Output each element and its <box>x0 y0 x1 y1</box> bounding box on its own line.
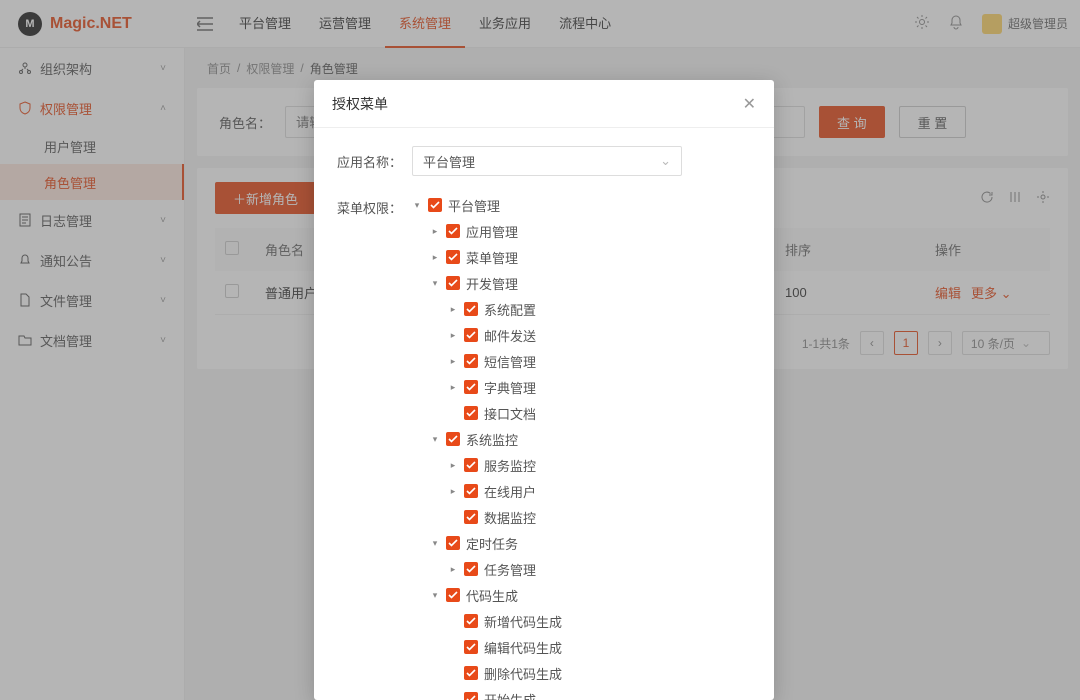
tree-label: 定时任务 <box>466 534 518 553</box>
tree-node[interactable]: ▾ 开发管理 <box>412 270 754 296</box>
tree-label: 数据监控 <box>484 508 536 527</box>
checkbox-checked-icon[interactable] <box>464 302 478 316</box>
checkbox-checked-icon[interactable] <box>446 276 460 290</box>
tree-label: 菜单管理 <box>466 248 518 267</box>
checkbox-checked-icon[interactable] <box>464 614 478 628</box>
caret-down-icon[interactable]: ▾ <box>430 538 440 549</box>
tree-label: 系统配置 <box>484 300 536 319</box>
checkbox-checked-icon[interactable] <box>464 666 478 680</box>
checkbox-checked-icon[interactable] <box>446 224 460 238</box>
caret-right-icon[interactable]: ▸ <box>448 382 458 393</box>
caret-right-icon[interactable]: ▸ <box>448 330 458 341</box>
tree-label: 接口文档 <box>484 404 536 423</box>
checkbox-checked-icon[interactable] <box>446 588 460 602</box>
tree-label: 开发管理 <box>466 274 518 293</box>
caret-right-icon[interactable]: ▸ <box>430 226 440 237</box>
checkbox-checked-icon[interactable] <box>446 432 460 446</box>
tree-node[interactable]: ▸ 短信管理 <box>412 348 754 374</box>
tree-label: 平台管理 <box>448 196 500 215</box>
tree-label: 系统监控 <box>466 430 518 449</box>
app-select[interactable]: 平台管理 <box>412 146 682 176</box>
checkbox-checked-icon[interactable] <box>464 328 478 342</box>
modal-header: 授权菜单 ✕ <box>314 80 774 128</box>
caret-right-icon[interactable]: ▸ <box>448 564 458 575</box>
tree-node[interactable]: ·编辑代码生成 <box>412 634 754 660</box>
tree-node[interactable]: ▾ 定时任务 <box>412 530 754 556</box>
tree-node[interactable]: ▾ 代码生成 <box>412 582 754 608</box>
tree-label: 邮件发送 <box>484 326 536 345</box>
close-icon[interactable]: ✕ <box>743 94 756 114</box>
tree-node[interactable]: ▸ 系统配置 <box>412 296 754 322</box>
caret-down-icon[interactable]: ▾ <box>430 278 440 289</box>
caret-right-icon[interactable]: ▸ <box>448 486 458 497</box>
perm-label: 菜单权限： <box>334 192 412 217</box>
tree-label: 字典管理 <box>484 378 536 397</box>
checkbox-checked-icon[interactable] <box>446 250 460 264</box>
tree-node[interactable]: ▸ 应用管理 <box>412 218 754 244</box>
caret-down-icon[interactable]: ▾ <box>430 590 440 601</box>
auth-menu-modal: 授权菜单 ✕ 应用名称： 平台管理 菜单权限： ▾平台管理▸应用管理▸菜单管理▾… <box>314 80 774 700</box>
checkbox-checked-icon[interactable] <box>464 354 478 368</box>
tree-node[interactable]: ▾ 平台管理 <box>412 192 754 218</box>
tree-node[interactable]: ▸ 邮件发送 <box>412 322 754 348</box>
tree-label: 编辑代码生成 <box>484 638 562 657</box>
tree-label: 代码生成 <box>466 586 518 605</box>
checkbox-checked-icon[interactable] <box>464 406 478 420</box>
checkbox-checked-icon[interactable] <box>464 510 478 524</box>
modal-title: 授权菜单 <box>332 94 388 114</box>
permission-tree: ▾ 平台管理 ▸ 应用管理 ▸ 菜单管理 ▾ 开发管理 ▸ 系统配置 ▸ 邮件发送 ▸ 短信管理 ▸ 字典管理… <box>412 192 754 700</box>
modal-body: 应用名称： 平台管理 菜单权限： ▾ 平台管理 ▸ 应用管理 ▸ 菜单管理 ▾ 开发管理 ▸ 系统… <box>314 128 774 700</box>
tree-label: 删除代码生成 <box>484 664 562 683</box>
caret-right-icon[interactable]: ▸ <box>448 356 458 367</box>
tree-label: 服务监控 <box>484 456 536 475</box>
tree-node[interactable]: ▸ 菜单管理 <box>412 244 754 270</box>
checkbox-checked-icon[interactable] <box>446 536 460 550</box>
checkbox-checked-icon[interactable] <box>428 198 442 212</box>
tree-node[interactable]: ·删除代码生成 <box>412 660 754 686</box>
tree-node[interactable]: ▸ 字典管理 <box>412 374 754 400</box>
checkbox-checked-icon[interactable] <box>464 484 478 498</box>
tree-label: 在线用户 <box>484 482 536 501</box>
checkbox-checked-icon[interactable] <box>464 380 478 394</box>
perm-row: 菜单权限： ▾ 平台管理 ▸ 应用管理 ▸ 菜单管理 ▾ 开发管理 ▸ 系统配置 ▸ 邮件发送 ▸ 短信管… <box>334 192 754 700</box>
tree-label: 新增代码生成 <box>484 612 562 631</box>
tree-node[interactable]: ·数据监控 <box>412 504 754 530</box>
tree-label: 短信管理 <box>484 352 536 371</box>
tree-label: 任务管理 <box>484 560 536 579</box>
checkbox-checked-icon[interactable] <box>464 640 478 654</box>
caret-down-icon[interactable]: ▾ <box>430 434 440 445</box>
caret-down-icon[interactable]: ▾ <box>412 200 422 211</box>
tree-node[interactable]: ·新增代码生成 <box>412 608 754 634</box>
caret-right-icon[interactable]: ▸ <box>430 252 440 263</box>
checkbox-checked-icon[interactable] <box>464 458 478 472</box>
tree-label: 开始生成 <box>484 690 536 700</box>
caret-right-icon[interactable]: ▸ <box>448 460 458 471</box>
tree-label: 应用管理 <box>466 222 518 241</box>
tree-node[interactable]: ·开始生成 <box>412 686 754 700</box>
tree-node[interactable]: ▸ 任务管理 <box>412 556 754 582</box>
app-label: 应用名称： <box>334 146 412 171</box>
app-row: 应用名称： 平台管理 <box>334 146 754 176</box>
tree-node[interactable]: ▸ 服务监控 <box>412 452 754 478</box>
checkbox-checked-icon[interactable] <box>464 692 478 700</box>
tree-node[interactable]: ▸ 在线用户 <box>412 478 754 504</box>
tree-node[interactable]: ·接口文档 <box>412 400 754 426</box>
tree-node[interactable]: ▾ 系统监控 <box>412 426 754 452</box>
caret-right-icon[interactable]: ▸ <box>448 304 458 315</box>
checkbox-checked-icon[interactable] <box>464 562 478 576</box>
